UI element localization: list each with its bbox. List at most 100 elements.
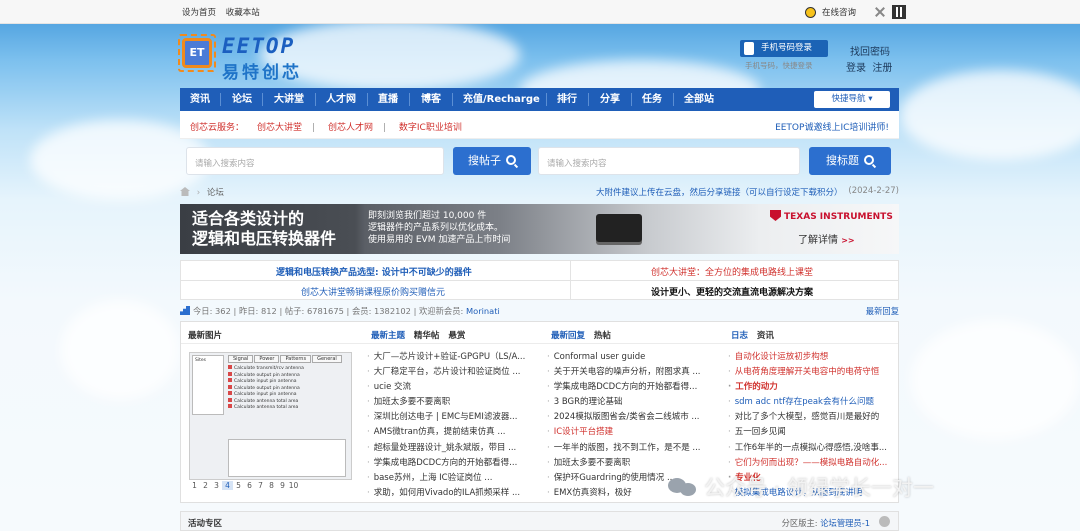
qq-icon[interactable] (805, 6, 816, 18)
home-icon[interactable] (180, 187, 190, 196)
image-pager: 1 2 3 4 5 6 7 8 9 10 (189, 481, 352, 493)
online-consult-link[interactable]: 在线咨询 (822, 6, 856, 18)
tab-featured[interactable]: 精华帖 (414, 331, 440, 341)
list-item[interactable]: 学集成电路DCDC方向的开始都看得... (367, 456, 527, 471)
ad-banner[interactable]: 适合各类设计的 逻辑和电压转换器件 即刻浏览我们超过 10,000 件逻辑器件的产… (180, 204, 899, 254)
nav-item-ranking[interactable]: 排行 (557, 88, 577, 111)
banner-headline-2: 逻辑和电压转换器件 (192, 229, 337, 248)
recent-replies-link[interactable]: 最新回复 (866, 305, 899, 317)
tab-latest-topics[interactable]: 最新主题 (371, 331, 405, 341)
stat-members: 1382102 (374, 306, 411, 316)
list-item[interactable]: 关于开关电容的噪声分析，附图求真 ... (547, 365, 707, 380)
bookmark-link[interactable]: 收藏本站 (226, 8, 260, 18)
tab-latest-replies[interactable]: 最新回复 (551, 331, 585, 341)
nav-item-share[interactable]: 分享 (600, 88, 620, 111)
ad-link-1[interactable]: 逻辑和电压转换产品选型: 设计中不可缺少的器件 (276, 265, 472, 278)
list-item[interactable]: 深圳比创达电子 | EMC与EMI滤波器... (367, 410, 527, 425)
nav-item-news[interactable]: 资讯 (190, 88, 210, 111)
tab-blog[interactable]: 日志 (731, 331, 748, 341)
list-item[interactable]: 学集成电路DCDC方向的开始都看得... (547, 380, 707, 395)
page-7[interactable]: 7 (255, 481, 266, 490)
nav-item-blog[interactable]: 博客 (421, 88, 441, 111)
ti-logo-icon (770, 210, 781, 221)
nav-item-lecture[interactable]: 大讲堂 (274, 88, 304, 111)
cloud-link-lecture[interactable]: 创芯大讲堂 (257, 123, 302, 133)
page-3[interactable]: 3 (211, 481, 222, 490)
list-item[interactable]: 它们为何而出现？——模拟电路自动化... (728, 456, 888, 471)
list-item[interactable]: 3 BGR的理论基础 (547, 395, 707, 410)
logo-latin: EETOP (222, 34, 296, 58)
activity-title: 活动专区 (188, 519, 223, 529)
phone-login-button[interactable]: 手机号码登录 (740, 40, 828, 57)
newest-member-link[interactable]: Morinati (466, 306, 500, 316)
title-search-input[interactable]: 请输入搜索内容 (538, 147, 800, 175)
list-item[interactable]: 大厂—芯片设计+验证-GPGPU（LS/A... (367, 350, 527, 365)
list-item[interactable]: 一年半的版图，找不到工作，是不是 ... (547, 441, 707, 456)
tab-bounty[interactable]: 悬赏 (448, 331, 465, 341)
nav-item-all-sites[interactable]: 全部站 (684, 88, 714, 111)
banner-learn-more[interactable]: 了解详情 >> (798, 231, 855, 246)
breadcrumb-forum[interactable]: 论坛 (207, 188, 224, 198)
ad-link-4[interactable]: 设计更小、更轻的交流直流电源解决方案 (651, 285, 813, 298)
moderator-link[interactable]: 论坛管理员-1 (820, 518, 870, 528)
watermark: 公众号 · 领绿学长一对一 (668, 470, 934, 504)
ad-link-3[interactable]: 创芯大讲堂畅销课程原价购买赠信元 (301, 285, 445, 298)
stat-posts: 6781675 (306, 306, 344, 316)
page-10[interactable]: 10 (288, 481, 299, 490)
page-4[interactable]: 4 (222, 481, 233, 490)
list-item[interactable]: Conformal user guide (547, 350, 707, 365)
cloud-link-training[interactable]: 数字IC职业培训 (399, 123, 462, 133)
site-logo[interactable]: ET EETOP 易特创芯 (178, 34, 302, 83)
list-item[interactable]: ucie 交流 (367, 380, 527, 395)
qrcode-icon[interactable] (892, 5, 907, 19)
nav-item-recharge[interactable]: 充值/Recharge (463, 88, 540, 111)
list-item[interactable]: 加班太多要不要离职 (547, 456, 707, 471)
quick-nav-dropdown[interactable]: 快捷导航 ▾ (814, 91, 890, 108)
collapse-icon[interactable] (879, 516, 890, 527)
cloud-link-talent[interactable]: 创芯人才网 (328, 123, 373, 133)
register-link[interactable]: 注册 (872, 63, 892, 74)
list-item[interactable]: 加班太多要不要离职 (367, 395, 527, 410)
list-item[interactable]: base苏州，上海 IC验证岗位 ... (367, 471, 527, 486)
list-item[interactable]: 2024模拟版图省会/类省会二线城市 ... (547, 410, 707, 425)
caret-down-icon: ▾ (868, 94, 873, 104)
list-item[interactable]: 求助，如何用Vivado的ILA抓频采样 ... (367, 486, 527, 501)
nav-item-forum[interactable]: 论坛 (232, 88, 252, 111)
list-item[interactable]: 从电荷角度理解开关电容中的电荷守恒 (728, 365, 888, 380)
nav-item-live[interactable]: 直播 (378, 88, 398, 111)
login-link[interactable]: 登录 (846, 63, 866, 74)
page-2[interactable]: 2 (200, 481, 211, 490)
title-search-button[interactable]: 搜标题 (809, 147, 891, 175)
list-item[interactable]: AMS微tran仿真，提前结束仿真 ... (367, 425, 527, 440)
list-item[interactable]: sdm adc ntf存在peak会有什么问题 (728, 395, 888, 410)
list-item[interactable]: 工作6年半的一点模拟心得感悟,没啥事... (728, 441, 888, 456)
page-6[interactable]: 6 (244, 481, 255, 490)
title-search: 请输入搜索内容 搜标题 (538, 147, 891, 175)
attachment-notice[interactable]: 大附件建议上传在云盘，然后分享链接（可以自行设定下载积分） (596, 186, 843, 198)
list-item[interactable]: IC设计平台搭建 (547, 425, 707, 440)
text-ads: 逻辑和电压转换产品选型: 设计中不可缺少的器件 创芯大讲堂：全方位的集成电路线上… (180, 260, 899, 300)
nav-item-tasks[interactable]: 任务 (642, 88, 662, 111)
expand-icon[interactable] (874, 6, 886, 18)
list-item[interactable]: 工作的动力 (728, 380, 888, 395)
page-9[interactable]: 9 (277, 481, 288, 490)
list-item[interactable]: 对比了多个大模型，感觉百川是最好的 (728, 410, 888, 425)
post-search-input[interactable]: 请输入搜索内容 (186, 147, 444, 175)
page-1[interactable]: 1 (189, 481, 200, 490)
page-5[interactable]: 5 (233, 481, 244, 490)
list-item[interactable]: 超标量处理器设计_姚永斌版，带目 ... (367, 441, 527, 456)
tab-hot[interactable]: 热帖 (594, 331, 611, 341)
list-item[interactable]: 大厂稳定平台，芯片设计和验证岗位 ... (367, 365, 527, 380)
page-8[interactable]: 8 (266, 481, 277, 490)
lecturer-invite-link[interactable]: EETOP诚邀线上IC培训讲师! (775, 120, 889, 133)
list-item[interactable]: 五一回乡见闻 (728, 425, 888, 440)
list-item[interactable]: 自动化设计运放初步构想 (728, 350, 888, 365)
ad-link-2[interactable]: 创芯大讲堂：全方位的集成电路线上课堂 (651, 265, 813, 278)
latest-image-thumbnail[interactable]: Sites Signal Power Patterns General Calcula… (189, 352, 352, 480)
set-home-link[interactable]: 设为首页 (182, 8, 216, 18)
post-search-button[interactable]: 搜帖子 (453, 147, 531, 175)
nav-item-talent[interactable]: 人才网 (326, 88, 356, 111)
breadcrumb: › 论坛 大附件建议上传在云盘，然后分享链接（可以自行设定下载积分） (2024… (180, 186, 899, 198)
tab-news[interactable]: 资讯 (757, 331, 774, 341)
find-password-link[interactable]: 找回密码 (850, 43, 890, 58)
